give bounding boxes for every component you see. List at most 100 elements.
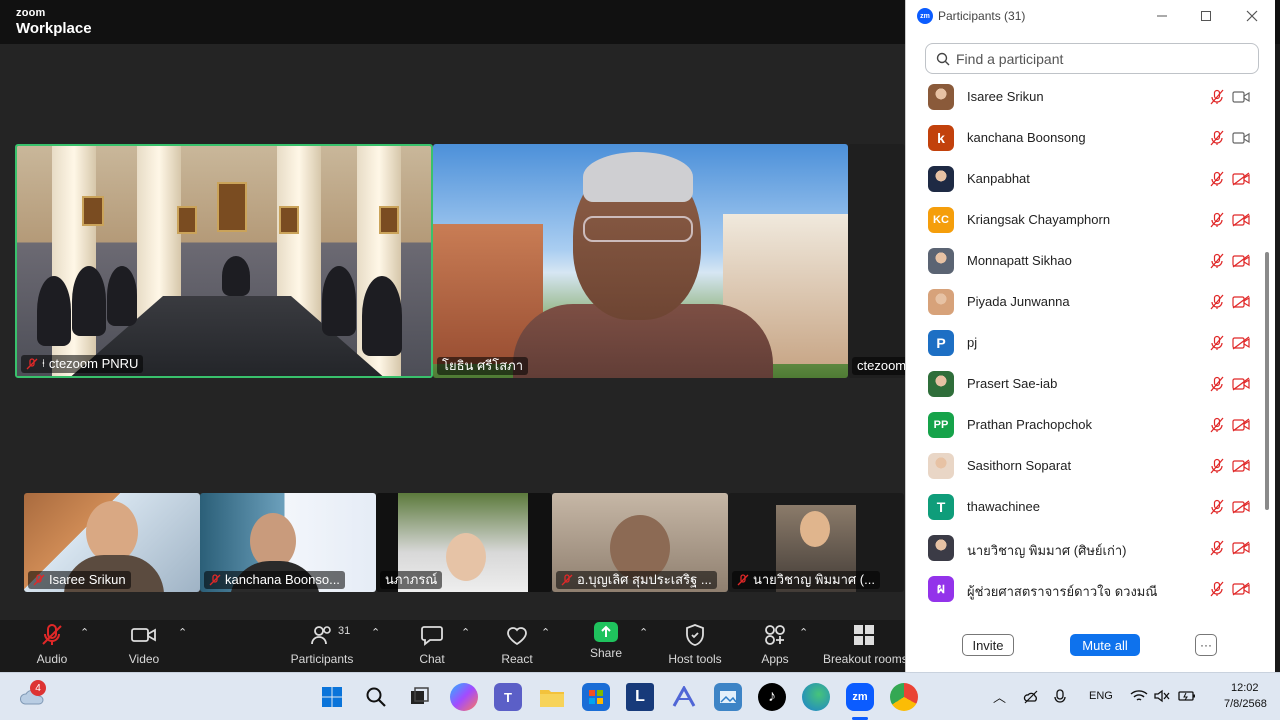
video-off-icon[interactable] [1232, 500, 1250, 514]
mic-muted-icon[interactable] [1209, 171, 1225, 187]
video-off-icon[interactable] [1232, 377, 1250, 391]
participant-name: Sasithorn Soparat [967, 458, 1072, 473]
clock-date[interactable]: 7/8/2568 [1224, 698, 1267, 710]
mic-muted-icon[interactable] [1209, 499, 1225, 515]
file-explorer-icon[interactable] [538, 683, 566, 711]
teams-icon[interactable]: T [494, 683, 522, 711]
participant-name: นภาภรณ์ [385, 572, 438, 587]
mic-muted-icon[interactable] [1209, 376, 1225, 392]
mic-muted-icon[interactable] [1209, 540, 1225, 556]
search-icon[interactable] [362, 683, 390, 711]
mic-muted-icon[interactable] [1209, 89, 1225, 105]
video-off-icon[interactable] [1232, 172, 1250, 186]
show-hidden-icons-chevron[interactable]: ︿ [993, 687, 1006, 706]
search-input[interactable] [956, 50, 1246, 67]
video-tile-speaker[interactable]: โยธิน ศรีโสภา [433, 144, 848, 378]
video-off-icon[interactable] [1232, 459, 1250, 473]
thumbnail-isaree-srikun[interactable]: Isaree Srikun [24, 493, 200, 592]
mute-all-button[interactable]: Mute all [1070, 634, 1140, 656]
task-view-icon[interactable] [406, 683, 434, 711]
mic-muted-icon[interactable] [1209, 130, 1225, 146]
audio-options-caret[interactable]: ⌃ [80, 626, 89, 639]
minimize-icon[interactable] [1151, 6, 1173, 26]
mic-muted-icon[interactable] [1209, 458, 1225, 474]
windows-start-icon[interactable] [318, 683, 346, 711]
line-l-app-icon[interactable]: L [626, 683, 654, 711]
participant-row[interactable]: Kanpabhat [906, 159, 1266, 200]
mic-muted-icon[interactable] [1209, 253, 1225, 269]
participant-search-box[interactable] [925, 43, 1259, 74]
video-on-icon[interactable] [1232, 90, 1250, 104]
mic-muted-icon[interactable] [1209, 294, 1225, 310]
participants-options-caret[interactable]: ⌃ [371, 626, 380, 639]
breakout-rooms-icon [851, 622, 877, 648]
video-off-icon[interactable] [1232, 336, 1250, 350]
video-off-icon[interactable] [1232, 418, 1250, 432]
chat-options-caret[interactable]: ⌃ [461, 626, 470, 639]
react-options-caret[interactable]: ⌃ [541, 626, 550, 639]
more-options-button[interactable]: ··· [1195, 634, 1217, 656]
participant-row[interactable]: k kanchana Boonsong [906, 118, 1266, 159]
chat-button[interactable]: Chat [392, 622, 472, 666]
participants-count: 31 [338, 625, 351, 637]
zoom-taskbar-icon[interactable]: zm [846, 683, 874, 711]
copilot-icon[interactable] [450, 683, 478, 711]
share-options-caret[interactable]: ⌃ [639, 626, 648, 639]
participant-row[interactable]: Ppj [906, 323, 1266, 364]
battery-icon[interactable] [1178, 689, 1196, 703]
close-icon[interactable] [1241, 6, 1263, 26]
video-off-icon[interactable] [1232, 295, 1250, 309]
video-on-icon[interactable] [1232, 131, 1250, 145]
video-button[interactable]: Video [104, 622, 184, 666]
video-tile-ctezoom[interactable]: ctezoom [848, 144, 905, 378]
chrome-icon[interactable] [890, 683, 918, 711]
participant-row[interactable]: Tthawachinee [906, 487, 1266, 528]
video-off-icon[interactable] [1232, 582, 1250, 596]
participant-row[interactable]: Monnapatt Sikhao [906, 241, 1266, 282]
invite-button[interactable]: Invite [962, 634, 1014, 656]
mic-muted-icon[interactable] [1209, 212, 1225, 228]
store-icon[interactable] [582, 683, 610, 711]
share-button[interactable]: Share [566, 622, 646, 660]
mic-muted-icon[interactable] [1209, 335, 1225, 351]
speaker-muted-icon[interactable] [1154, 689, 1170, 703]
thumbnail-napaporn[interactable]: นภาภรณ์ [376, 493, 552, 592]
mic-muted-icon[interactable] [1209, 417, 1225, 433]
input-language[interactable]: ENG [1089, 690, 1113, 702]
video-off-icon[interactable] [1232, 541, 1250, 555]
video-tile-ctezoom-pnru[interactable]: ⍿ ctezoom PNRU [15, 144, 433, 378]
participant-row[interactable]: Isaree Srikun [906, 77, 1266, 118]
participant-row[interactable]: PP Prathan Prachopchok [906, 405, 1266, 446]
mic-muted-icon[interactable] [1209, 581, 1225, 597]
participant-name: ctezoom [857, 358, 905, 373]
participant-row[interactable]: Sasithorn Soparat [906, 446, 1266, 487]
wifi-icon[interactable] [1130, 689, 1148, 703]
participant-row[interactable]: Piyada Junwanna [906, 282, 1266, 323]
participant-row[interactable]: Prasert Sae-iab [906, 364, 1266, 405]
image-viewer-icon[interactable] [714, 683, 742, 711]
video-off-icon[interactable] [1232, 254, 1250, 268]
zoom-app-icon: zm [917, 8, 933, 24]
clock-time[interactable]: 12:02 [1231, 682, 1259, 694]
cloud-sync-icon[interactable] [1023, 689, 1039, 705]
microphone-in-use-icon[interactable] [1052, 689, 1068, 705]
apps-options-caret[interactable]: ⌃ [799, 626, 808, 639]
participant-row[interactable]: KC Kriangsak Chayamphorn [906, 200, 1266, 241]
thumbnail-wichan[interactable]: นายวิชาญ พิมมาศ (... [728, 493, 904, 592]
participant-name: Isaree Srikun [49, 572, 126, 587]
maximize-icon[interactable] [1195, 6, 1217, 26]
meeting-control-bar: Audio ⌃ Video ⌃ Participants 31 ⌃ Chat ⌃ [0, 620, 908, 672]
thumbnail-boonlert[interactable]: อ.บุญเลิศ สุมประเสริฐ ... [552, 493, 728, 592]
thumbnail-kanchana[interactable]: kanchana Boonso... [200, 493, 376, 592]
edge-icon[interactable] [802, 683, 830, 711]
participant-list-scrollbar[interactable] [1265, 252, 1269, 510]
host-tools-button[interactable]: Host tools [655, 622, 735, 666]
breakout-rooms-button[interactable]: Breakout rooms [823, 622, 914, 666]
participant-row[interactable]: นายวิชาญ พิมมาศ (ศิษย์เก่า) [906, 528, 1266, 569]
arc-browser-icon[interactable] [670, 683, 698, 711]
participant-row[interactable]: ผ ผู้ช่วยศาสตราจารย์ดาวใจ ดวงมณี [906, 569, 1266, 610]
video-options-caret[interactable]: ⌃ [178, 626, 187, 639]
tiktok-icon[interactable]: ♪ [758, 683, 786, 711]
video-off-icon[interactable] [1232, 213, 1250, 227]
tile-name-tag: อ.บุญเลิศ สุมประเสริฐ ... [556, 571, 717, 589]
